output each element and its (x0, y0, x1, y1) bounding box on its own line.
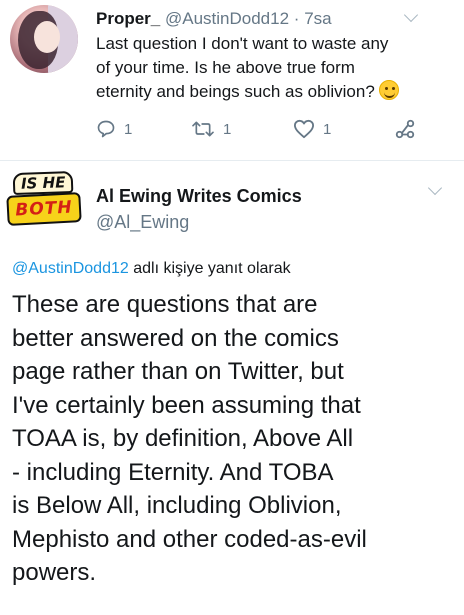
timestamp[interactable]: 7sa (304, 9, 331, 28)
tweet-text-line: - including Eternity. And TOBA (12, 458, 334, 486)
tweet-proper[interactable]: Proper_ @AustinDodd12 · 7sa Last questio… (0, 0, 464, 160)
retweet-icon (192, 121, 214, 137)
reply-context: @AustinDodd12 adlı kişiye yanıt olarak (12, 260, 291, 278)
handle[interactable]: @Al_Ewing (96, 212, 189, 233)
display-name[interactable]: Proper_ (96, 9, 160, 28)
reply-button[interactable]: 1 (96, 117, 132, 141)
tweet-divider (0, 160, 464, 161)
reply-count: 1 (124, 120, 133, 138)
tweet-text-line: powers. (12, 559, 97, 586)
tweet-text-line: of your time. Is he above true form (96, 58, 355, 77)
avatar-face (34, 21, 60, 53)
slightly-smiling-face-emoji (378, 80, 399, 100)
reply-mention-link[interactable]: @AustinDodd12 (12, 260, 129, 277)
chevron-down-icon[interactable] (403, 7, 419, 23)
avatar[interactable] (10, 5, 78, 73)
separator-dot: · (293, 9, 300, 28)
chevron-down-icon[interactable] (427, 180, 443, 196)
heart-icon (293, 119, 314, 139)
tweet-actions: 1 1 1 (96, 117, 436, 141)
tweet-text-line: page rather than on Twitter, but (12, 358, 344, 385)
tweet-text-line: Last question I don't want to waste any (96, 34, 389, 53)
avatar-text-top: IS HE (12, 170, 74, 196)
share-button[interactable] (394, 117, 416, 141)
tweet-text: These are questions that are better answ… (12, 288, 460, 590)
handle[interactable]: @AustinDodd12 (165, 9, 289, 28)
tweet-text: Last question I don't want to waste any … (96, 32, 456, 104)
reply-context-text: adlı kişiye yanıt olarak (128, 260, 291, 277)
display-name[interactable]: Al Ewing Writes Comics (96, 186, 302, 207)
retweet-count: 1 (223, 120, 232, 138)
tweet-header: Proper_ @AustinDodd12 · 7sa (96, 8, 332, 30)
tweet-text-line: Mephisto and other coded-as-evil (12, 525, 367, 553)
tweet-text-line: eternity and beings such as oblivion? (96, 80, 456, 104)
tweet-text-line: better answered on the comics (12, 324, 339, 352)
tweet-text-line: is Below All, including Oblivion, (12, 492, 342, 519)
share-icon (395, 119, 415, 139)
avatar-text-bottom: BOTH (6, 192, 82, 226)
like-count: 1 (323, 120, 332, 138)
avatar[interactable]: IS HE BOTH (5, 170, 82, 228)
tweet-text-line: TOAA is, by definition, Above All (12, 425, 354, 452)
tweet-text-fragment: eternity and beings such as oblivion? (96, 82, 375, 101)
tweet-text-line: I've certainly been assuming that (12, 391, 361, 419)
tweet-text-line: These are questions that are (12, 291, 318, 318)
retweet-button[interactable]: 1 (191, 117, 231, 141)
like-button[interactable]: 1 (293, 117, 331, 141)
reply-icon (97, 120, 115, 138)
